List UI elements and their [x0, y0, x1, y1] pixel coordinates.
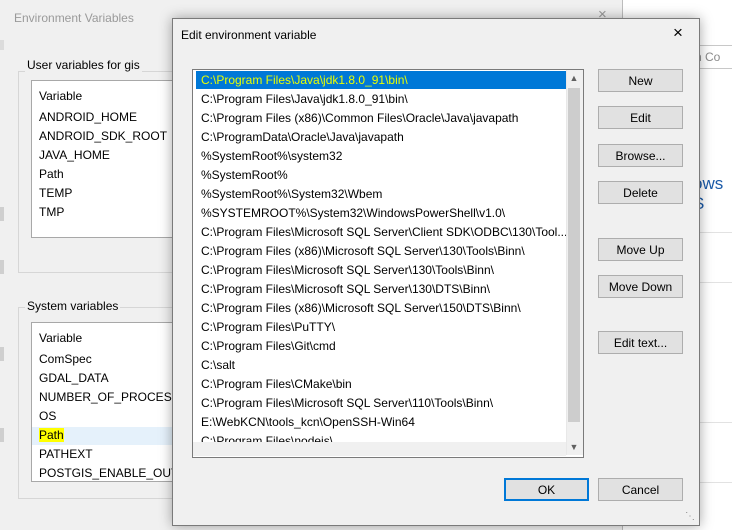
list-item[interactable]: C:\Program Files (x86)\Microsoft SQL Ser…	[201, 242, 567, 260]
list-item[interactable]: JAVA_HOME	[39, 148, 110, 162]
resize-grip-icon[interactable]: ⋱	[685, 511, 695, 522]
list-item-selected[interactable]: C:\Program Files\Java\jdk1.8.0_91\bin\	[196, 71, 570, 89]
list-item[interactable]: Path	[39, 167, 64, 181]
list-item[interactable]: ComSpec	[39, 352, 92, 366]
delete-button[interactable]: Delete	[598, 181, 683, 204]
edge-fragment	[0, 260, 4, 274]
window-title: Environment Variables	[14, 11, 134, 25]
divider	[695, 422, 732, 423]
browse-button[interactable]: Browse...	[598, 144, 683, 167]
list-item[interactable]: %SystemRoot%	[201, 166, 567, 184]
list-item[interactable]: C:\Program Files\Java\jdk1.8.0_91\bin\	[201, 90, 567, 108]
list-item[interactable]: NUMBER_OF_PROCESSOR	[39, 390, 182, 404]
edit-button[interactable]: Edit	[598, 106, 683, 129]
scrollbar-thumb[interactable]	[568, 88, 580, 422]
list-item[interactable]: C:\ProgramData\Oracle\Java\javapath	[201, 128, 567, 146]
list-item[interactable]: %SystemRoot%\System32\Wbem	[201, 185, 567, 203]
list-item[interactable]: %SYSTEMROOT%\System32\WindowsPowerShell\…	[201, 204, 567, 222]
ok-button[interactable]: OK	[504, 478, 589, 501]
edge-fragment	[0, 40, 4, 50]
list-item[interactable]: C:\salt	[201, 356, 567, 374]
system-variables-list[interactable]: Variable ComSpec GDAL_DATA NUMBER_OF_PRO…	[31, 322, 183, 482]
dialog-title: Edit environment variable	[181, 28, 317, 42]
list-item[interactable]: C:\Program Files\Microsoft SQL Server\13…	[201, 261, 567, 279]
list-item[interactable]: C:\Program Files (x86)\Microsoft SQL Ser…	[201, 299, 567, 317]
edge-fragment	[0, 207, 4, 221]
list-item[interactable]: OS	[39, 409, 56, 423]
user-variables-label: User variables for gis	[25, 58, 142, 72]
list-item[interactable]: C:\Program Files\Microsoft SQL Server\11…	[201, 394, 567, 412]
path-entries-list[interactable]: C:\Program Files\Java\jdk1.8.0_91\bin\ C…	[192, 69, 584, 458]
edge-fragment	[0, 428, 4, 442]
list-item[interactable]: C:\Program Files\Microsoft SQL Server\Cl…	[201, 223, 567, 241]
list-item[interactable]: TMP	[39, 205, 64, 219]
list-item[interactable]: %SystemRoot%\system32	[201, 147, 567, 165]
list-item[interactable]: C:\Program Files\CMake\bin	[201, 375, 567, 393]
list-item[interactable]: E:\WebKCN\tools_kcn\OpenSSH-Win64	[201, 413, 567, 431]
move-up-button[interactable]: Move Up	[598, 238, 683, 261]
chevron-down-icon[interactable]: ▼	[566, 442, 582, 452]
edit-environment-variable-dialog: Edit environment variable × C:\Program F…	[172, 18, 700, 526]
list-item[interactable]: C:\Program Files\PuTTY\	[201, 318, 567, 336]
divider	[695, 282, 732, 283]
list-item[interactable]: POSTGIS_ENABLE_OUTDE	[39, 466, 182, 480]
list-item[interactable]: ANDROID_HOME	[39, 110, 137, 124]
close-icon[interactable]: ×	[673, 23, 683, 43]
list-item[interactable]: C:\Program Files\Git\cmd	[201, 337, 567, 355]
move-down-button[interactable]: Move Down	[598, 275, 683, 298]
column-header-variable: Variable	[39, 331, 83, 345]
list-item[interactable]: C:\Program Files\Microsoft SQL Server\13…	[201, 280, 567, 298]
list-item[interactable]: TEMP	[39, 186, 72, 200]
chevron-up-icon[interactable]: ▲	[566, 73, 582, 83]
edit-text-button[interactable]: Edit text...	[598, 331, 683, 354]
new-button[interactable]: New	[598, 69, 683, 92]
user-variables-list[interactable]: Variable ANDROID_HOME ANDROID_SDK_ROOT J…	[31, 80, 183, 238]
horizontal-scrollbar[interactable]	[193, 442, 566, 456]
divider	[695, 482, 732, 483]
list-item[interactable]: ANDROID_SDK_ROOT	[39, 129, 167, 143]
cancel-button[interactable]: Cancel	[598, 478, 683, 501]
divider	[695, 232, 732, 233]
list-item-path[interactable]: Path	[39, 428, 64, 442]
edge-fragment	[0, 347, 4, 361]
list-item[interactable]: C:\Program Files (x86)\Common Files\Orac…	[201, 109, 567, 127]
system-variables-label: System variables	[25, 299, 121, 313]
list-item[interactable]: PATHEXT	[39, 447, 93, 461]
list-item[interactable]: GDAL_DATA	[39, 371, 109, 385]
column-header-variable: Variable	[39, 89, 83, 103]
